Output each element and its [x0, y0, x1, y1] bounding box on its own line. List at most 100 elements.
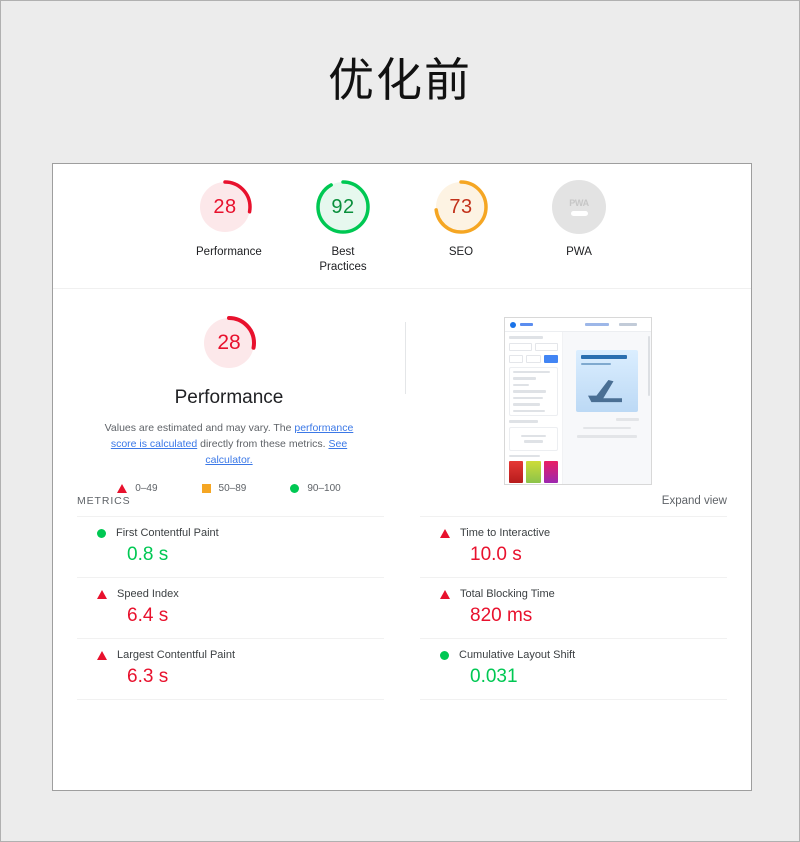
metrics-column-right: Time to Interactive 10.0 s Total Blockin… [420, 516, 727, 700]
thumbnail-line [513, 390, 546, 393]
thumbnail-line [576, 435, 638, 438]
gauge-label-seo: SEO [448, 246, 474, 258]
legend-label-fail: 0–49 [135, 483, 158, 494]
thumbnail-line [509, 454, 541, 457]
thumbnail-line [524, 440, 543, 443]
thumbnail-line [513, 409, 545, 412]
screenshot-panel [405, 313, 751, 489]
metrics-heading: METRICS [77, 495, 131, 507]
thumbnail-topbar [505, 318, 651, 332]
metric-value: 6.4 s [127, 605, 169, 626]
performance-heading: Performance [174, 387, 284, 408]
metric-row[interactable]: Speed Index 6.4 s [77, 577, 384, 638]
thumbnail-primary-button [543, 354, 558, 363]
triangle-fail-icon [440, 589, 450, 599]
pwa-gauge-ring: PWA [550, 178, 608, 236]
metric-row[interactable]: Largest Contentful Paint 6.3 s [77, 638, 384, 700]
thumbnail-logo-icon [510, 321, 516, 328]
thumbnail-hero-title [581, 355, 627, 359]
square-average-icon [201, 484, 211, 493]
metric-label-line: Speed Index [77, 588, 384, 600]
metric-label-line: Largest Contentful Paint [77, 649, 384, 661]
thumbnail-body [505, 332, 651, 484]
thumbnail-line [616, 418, 639, 421]
thumbnail-product-row [509, 461, 558, 483]
gauge-pwa[interactable]: PWA PWA [540, 178, 618, 260]
legend-label-average: 50–89 [218, 483, 247, 494]
thumbnail-button-row [509, 354, 558, 363]
metric-name: Largest Contentful Paint [117, 649, 236, 661]
description-lead: Values are estimated and may vary. The [104, 422, 295, 434]
metrics-column-left: First Contentful Paint 0.8 s Speed Index… [77, 516, 384, 700]
thumbnail-line [583, 426, 631, 429]
gauge-seo[interactable]: 73 SEO [422, 178, 500, 260]
triangle-fail-icon [97, 650, 107, 660]
metric-name: Time to Interactive [460, 527, 551, 539]
metric-name: Speed Index [117, 588, 179, 600]
circle-pass-icon [97, 528, 106, 538]
metric-label-line: Total Blocking Time [420, 588, 727, 600]
lighthouse-report-card: 28 Performance 92 Best Practices 73 SEO … [52, 163, 752, 791]
metric-row[interactable]: Cumulative Layout Shift 0.031 [420, 638, 727, 700]
thumbnail-line [513, 377, 536, 380]
thumbnail-line [513, 383, 530, 386]
legend-item-average: 50–89 [201, 483, 247, 494]
thumbnail-sidebar [505, 332, 563, 484]
gauge-label-pwa: PWA [566, 246, 592, 258]
metric-row[interactable]: First Contentful Paint 0.8 s [77, 516, 384, 577]
performance-gauge-value: 28 [213, 195, 237, 218]
triangle-fail-icon [97, 589, 107, 599]
thumbnail-button [535, 342, 558, 351]
triangle-fail-icon [440, 528, 450, 538]
metric-label-line: Cumulative Layout Shift [420, 649, 727, 661]
metric-row[interactable]: Total Blocking Time 820 ms [420, 577, 727, 638]
thumbnail-tab-active [585, 323, 609, 326]
metric-value: 0.8 s [127, 544, 169, 565]
hero-vertical-divider [405, 322, 406, 394]
thumbnail-line [513, 403, 541, 406]
thumbnail-line [513, 396, 543, 399]
seo-gauge-value: 73 [449, 195, 473, 218]
page-title: 优化前 [328, 54, 472, 106]
thumbnail-line [513, 370, 550, 373]
score-legend: 0–49 50–89 90–100 [117, 483, 341, 494]
performance-hero-section: 28 Performance Values are estimated and … [53, 289, 751, 494]
metric-value: 0.031 [470, 666, 518, 687]
metrics-section: METRICS Expand view First Contentful Pai… [53, 489, 751, 700]
thumbnail-tab-inactive [619, 323, 637, 326]
thumbnail-line [521, 434, 546, 437]
metric-name: Cumulative Layout Shift [459, 649, 576, 661]
metric-value: 6.3 s [127, 666, 169, 687]
thumbnail-hero-subtitle [581, 363, 611, 365]
page-screenshot-thumbnail[interactable] [504, 317, 652, 485]
metric-name: First Contentful Paint [116, 527, 219, 539]
thumbnail-product [509, 461, 524, 483]
performance-description: Values are estimated and may vary. The p… [98, 420, 360, 468]
metric-value: 820 ms [470, 605, 533, 626]
gauge-best-practices[interactable]: 92 Best Practices [304, 178, 382, 275]
pwa-badge: PWA [550, 178, 608, 236]
performance-hero-value: 28 [217, 331, 241, 354]
circle-pass-icon [440, 650, 449, 660]
thumbnail-upload-box [509, 426, 558, 451]
best-practices-gauge-ring: 92 [314, 178, 372, 236]
expand-view-button[interactable]: Expand view [662, 495, 727, 507]
thumbnail-button [509, 342, 532, 351]
performance-gauge-ring: 28 [196, 178, 254, 236]
pwa-dash-icon [570, 211, 588, 216]
metric-label-line: Time to Interactive [420, 527, 727, 539]
seo-gauge-ring: 73 [432, 178, 490, 236]
thumbnail-scrollbar [648, 336, 650, 396]
thumbnail-hero-image [576, 350, 638, 412]
category-gauges: 28 Performance 92 Best Practices 73 SEO … [53, 164, 751, 289]
metric-name: Total Blocking Time [460, 588, 555, 600]
legend-label-pass: 90–100 [307, 483, 341, 494]
circle-pass-icon [290, 484, 300, 493]
thumbnail-logo-text [520, 323, 533, 326]
gauge-label-performance: Performance [196, 246, 262, 258]
thumbnail-main-content [563, 332, 651, 484]
metric-row[interactable]: Time to Interactive 10.0 s [420, 516, 727, 577]
thumbnail-list-box [509, 366, 558, 416]
gauge-performance[interactable]: 28 Performance [186, 178, 264, 260]
legend-item-fail: 0–49 [117, 483, 158, 494]
